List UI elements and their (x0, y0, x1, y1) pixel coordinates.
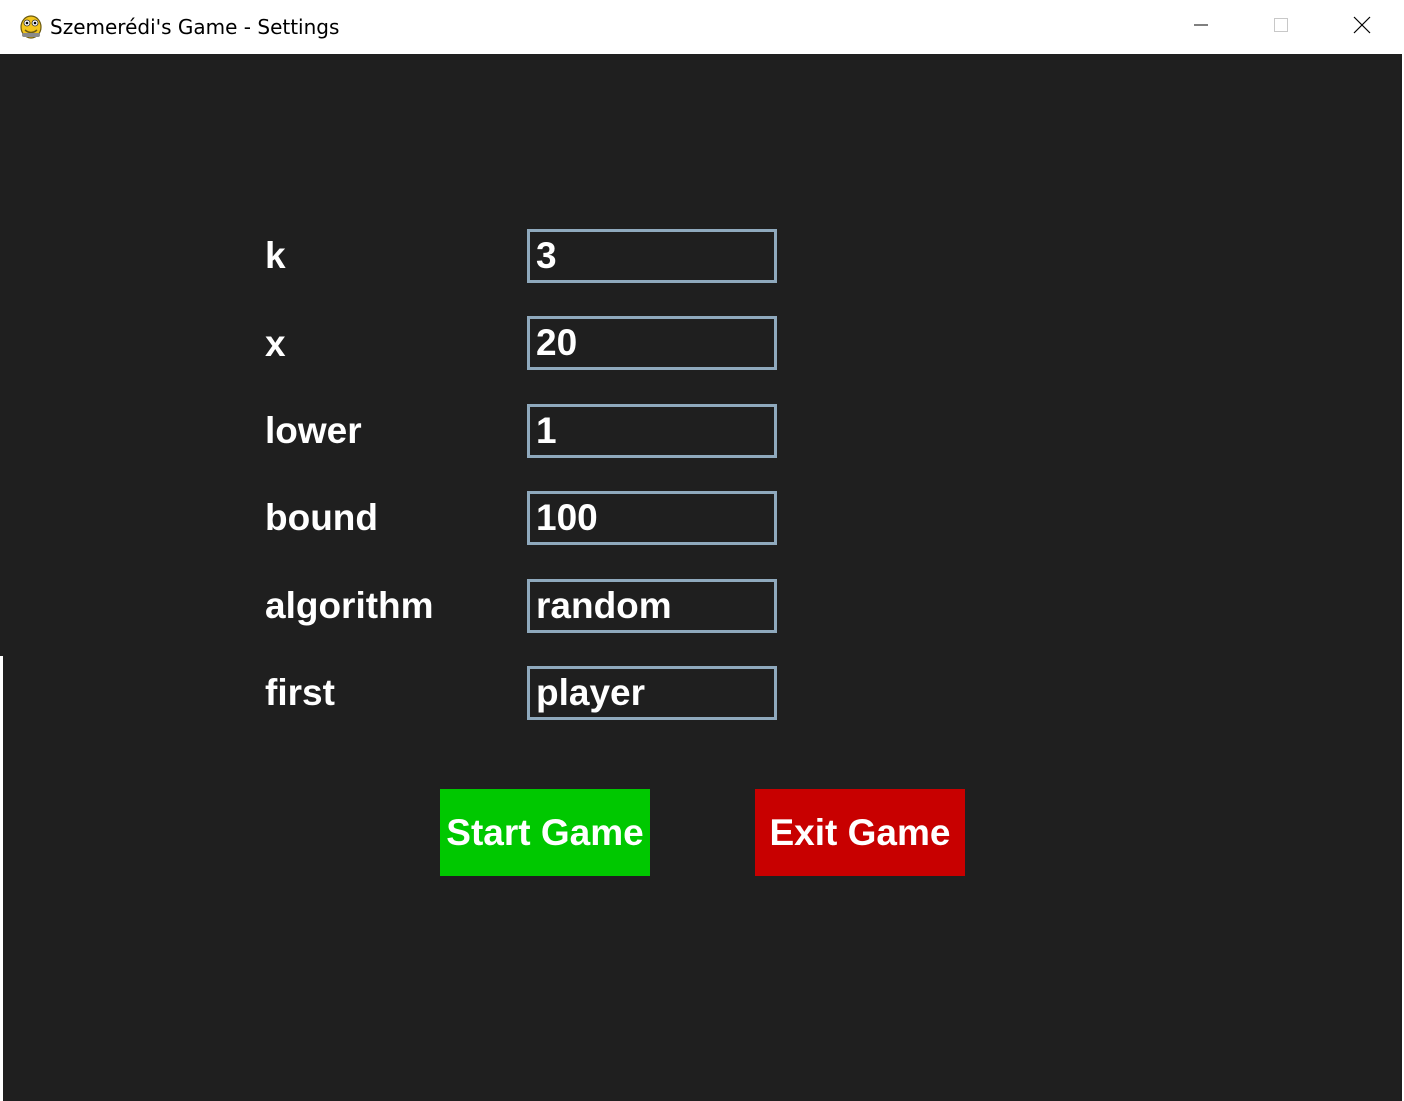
minimize-icon (1193, 17, 1209, 37)
window-title: Szemerédi's Game - Settings (50, 15, 340, 39)
label-x: x (265, 323, 286, 364)
pygame-snake-icon (19, 13, 43, 39)
start-game-button[interactable]: Start Game (440, 789, 650, 876)
minimize-button[interactable] (1161, 0, 1241, 54)
k-input[interactable]: 3 (527, 229, 777, 283)
label-first: first (265, 672, 335, 713)
maximize-icon (1273, 17, 1289, 37)
close-button[interactable] (1322, 0, 1402, 54)
algorithm-input[interactable]: random (527, 579, 777, 633)
bound-input[interactable]: 100 (527, 491, 777, 545)
label-k: k (265, 235, 286, 276)
title-bar[interactable]: Szemerédi's Game - Settings (3, 0, 1402, 54)
lower-input[interactable]: 1 (527, 404, 777, 458)
label-algorithm: algorithm (265, 585, 434, 626)
app-window: Szemerédi's Game - Settings k 3 x 20 low… (3, 0, 1402, 1101)
maximize-button[interactable] (1241, 0, 1321, 54)
close-icon (1353, 16, 1371, 38)
x-input[interactable]: 20 (527, 316, 777, 370)
label-lower: lower (265, 410, 362, 451)
window-left-edge (0, 54, 3, 656)
exit-game-button[interactable]: Exit Game (755, 789, 965, 876)
label-bound: bound (265, 497, 379, 538)
first-input[interactable]: player (527, 666, 777, 720)
settings-panel: k 3 x 20 lower 1 bound 100 algorithm ran… (3, 54, 1402, 1101)
